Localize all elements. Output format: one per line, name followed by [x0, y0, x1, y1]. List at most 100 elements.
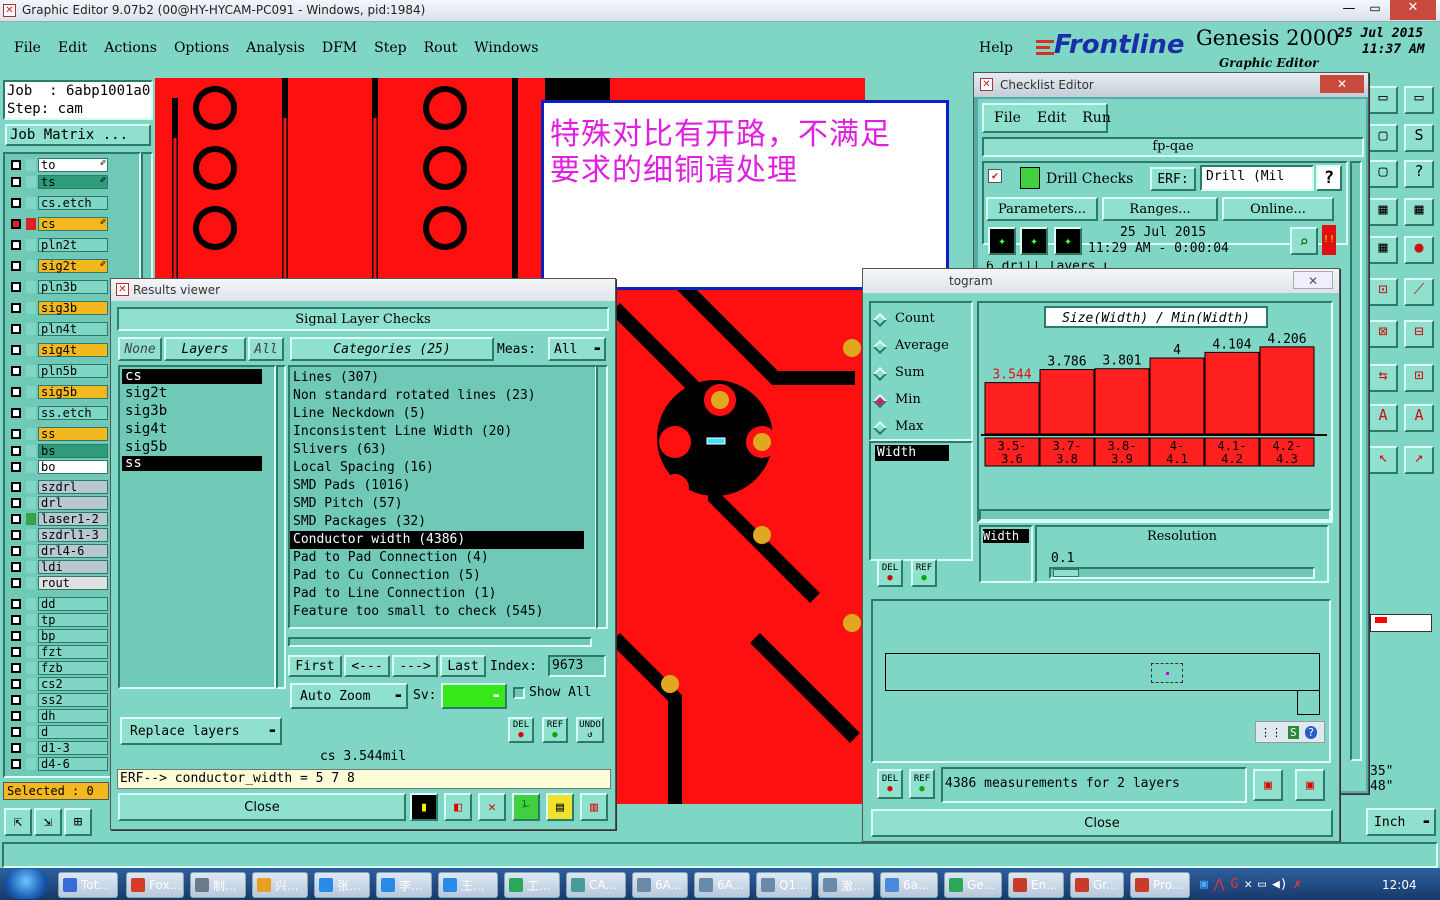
right-tool-a-3[interactable]: ▦ [1368, 198, 1398, 226]
prev-button[interactable]: <--- [344, 655, 390, 677]
layer-row-drl[interactable]: drl [8, 496, 108, 510]
layer-checkbox[interactable] [11, 743, 21, 753]
layer-row-d1-3[interactable]: d1-3 [8, 741, 108, 755]
tray-icon-3[interactable]: G [1231, 877, 1239, 892]
taskbar-item-7[interactable]: 工... [504, 872, 560, 898]
menu-rout[interactable]: Rout [424, 40, 458, 56]
category-item[interactable]: Feature too small to check (545) [290, 603, 590, 621]
layer-checkbox[interactable] [11, 387, 21, 397]
layer-checkbox[interactable] [11, 599, 21, 609]
hist-ref-button-2[interactable]: REF ● [909, 769, 935, 799]
layer-checkbox[interactable] [11, 408, 21, 418]
mode-sum[interactable]: Sum [871, 361, 971, 388]
ime-toolbar[interactable]: ⋮⋮ S? [1255, 721, 1325, 743]
run-check-icon-3[interactable]: ✦ [1054, 227, 1082, 255]
layer-checkbox[interactable] [11, 578, 21, 588]
hist-ref-button[interactable]: REF ● [911, 559, 937, 587]
results-tool-3[interactable]: ✕ [478, 793, 506, 821]
layer-row-ss.etch[interactable]: ss.etch [8, 406, 108, 420]
mode-min[interactable]: Min [871, 388, 971, 415]
layer-checkbox[interactable] [11, 711, 21, 721]
sv-color-select[interactable]: ▬ [441, 683, 507, 709]
category-scrollbar[interactable] [596, 365, 608, 629]
layer-row-tp[interactable]: tp [8, 613, 108, 627]
layer-checkbox[interactable] [11, 482, 21, 492]
layer-checkbox[interactable] [11, 324, 21, 334]
result-layer-list[interactable]: cs sig2t sig3b sig4t sig5b ss [118, 365, 276, 689]
layer-row-szdrl1-3[interactable]: szdrl1-3 [8, 528, 108, 542]
category-item[interactable]: SMD Pads (1016) [290, 477, 590, 495]
result-layer-item[interactable]: sig3b [122, 402, 262, 420]
layer-checkbox[interactable] [11, 446, 21, 456]
right-tool-b-7[interactable]: ⊡ [1404, 364, 1434, 392]
layer-row-fzb[interactable]: fzb [8, 661, 108, 675]
tool-button-1[interactable]: ⇱ [4, 808, 32, 836]
close-button[interactable]: ✕ [1390, 0, 1436, 20]
ranges-button[interactable]: Ranges... [1102, 197, 1218, 221]
layer-checkbox[interactable] [11, 345, 21, 355]
layer-row-ts[interactable]: ts ✐ [8, 175, 108, 189]
layer-checkbox[interactable] [11, 663, 21, 673]
right-tool-a-6[interactable]: ⊠ [1368, 320, 1398, 348]
right-tool-a-4[interactable]: ▦ [1368, 236, 1398, 264]
layer-row-dh[interactable]: dh [8, 709, 108, 723]
network-icon[interactable]: ✗ [1294, 877, 1302, 892]
hist-bar-4[interactable] [1204, 351, 1260, 435]
category-item[interactable]: Pad to Line Connection (1) [290, 585, 590, 603]
results-undo-button[interactable]: UNDO ↺ [576, 717, 604, 743]
taskbar-item-0[interactable]: Tot... [58, 872, 118, 898]
right-tool-b-9[interactable]: ↗ [1404, 446, 1434, 474]
menu-dfm[interactable]: DFM [322, 40, 357, 56]
index-input[interactable]: 9673 [548, 655, 606, 677]
right-tool-b-2[interactable]: ? [1404, 160, 1434, 188]
parameters-button[interactable]: Parameters... [986, 197, 1098, 221]
right-tool-a-7[interactable]: ⇆ [1368, 364, 1398, 392]
layers-all-button[interactable]: All [248, 337, 284, 361]
mode-count[interactable]: Count [871, 307, 971, 334]
tray-icon-2[interactable]: ⋀ [1214, 877, 1225, 892]
layer-checkbox[interactable] [11, 282, 21, 292]
category-item[interactable]: Pad to Cu Connection (5) [290, 567, 590, 585]
result-layer-item[interactable]: sig4t [122, 420, 262, 438]
results-close-button[interactable]: Close [118, 793, 406, 821]
right-tool-a-9[interactable]: ↖ [1368, 446, 1398, 474]
category-item[interactable]: SMD Pitch (57) [290, 495, 590, 513]
last-button[interactable]: Last [440, 655, 486, 677]
taskbar-item-10[interactable]: 6A... [694, 872, 750, 898]
hist-bar-0[interactable] [984, 382, 1040, 435]
results-del-button[interactable]: DEL ● [508, 717, 534, 743]
hist-export-1[interactable]: ▣ [1253, 769, 1283, 801]
right-tool-b-3[interactable]: ▦ [1404, 198, 1434, 226]
checklist-close-button[interactable]: ✕ [1320, 75, 1364, 93]
results-tool-6[interactable]: ▥ [580, 793, 608, 821]
menu-edit[interactable]: Edit [58, 40, 87, 56]
tray-icon-5[interactable]: ▭ [1258, 877, 1266, 892]
layer-checkbox[interactable] [11, 240, 21, 250]
menu-options[interactable]: Options [174, 40, 229, 56]
show-all-checkbox[interactable] [513, 687, 525, 699]
layer-checkbox[interactable] [11, 366, 21, 376]
right-tool-b-5[interactable]: ⟋ [1404, 278, 1434, 306]
category-item[interactable]: SMD Packages (32) [290, 513, 590, 531]
category-item[interactable]: Non standard rotated lines (23) [290, 387, 590, 405]
layer-checkbox[interactable] [11, 498, 21, 508]
layer-checkbox[interactable] [11, 219, 21, 229]
hist-export-2[interactable]: ▣ [1295, 769, 1325, 801]
result-layer-item[interactable]: ss [122, 456, 262, 471]
layer-row-pln3b[interactable]: pln3b [8, 280, 108, 294]
right-tool-b-4[interactable]: ● [1404, 236, 1434, 264]
tray-icon-4[interactable]: ✕ [1244, 877, 1252, 892]
hist-bar-2[interactable] [1094, 368, 1150, 435]
category-item[interactable]: Lines (307) [290, 369, 590, 387]
results-tool-5[interactable]: ▤ [546, 793, 574, 821]
category-item[interactable]: Line Neckdown (5) [290, 405, 590, 423]
layer-row-sig5b[interactable]: sig5b [8, 385, 108, 399]
meas-select[interactable]: All ▬ [548, 337, 606, 361]
results-ref-button[interactable]: REF ● [542, 717, 568, 743]
category-item[interactable]: Inconsistent Line Width (20) [290, 423, 590, 441]
layer-row-d[interactable]: d [8, 725, 108, 739]
right-tool-a-0[interactable]: ▭ [1368, 86, 1398, 114]
online-button[interactable]: Online... [1222, 197, 1334, 221]
results-tool-4[interactable]: ⅟ [512, 793, 540, 821]
layer-row-dd[interactable]: dd [8, 597, 108, 611]
